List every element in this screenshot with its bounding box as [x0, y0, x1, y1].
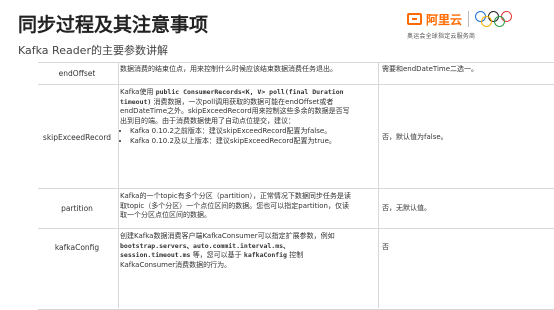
- list-item: Kafka 0.10.2及以上版本：建议skipExceedRecord配置为t…: [130, 137, 354, 147]
- param-description: Kafka的一个topic有多个分区（partition），正常情况下数据同步任…: [120, 192, 351, 220]
- brand-divider: [468, 11, 470, 27]
- param-default: 否: [382, 243, 389, 251]
- alibaba-cloud-logo-icon: [407, 13, 422, 25]
- param-description: Kafka使用 public ConsumerRecords<K, V> pol…: [120, 88, 354, 147]
- brand-logo: 阿里云 奥运会全球指定云服务商: [407, 9, 544, 45]
- table-row: endOffset 数据消费的结束位点，用来控制什么时候应该结束数据消费任务退出…: [38, 62, 554, 85]
- brand-name: 阿里云: [426, 12, 463, 27]
- desc-text: Kafka使用: [120, 88, 154, 96]
- recommendation-list: Kafka 0.10.2之前版本：建议skipExceedRecord配置为fa…: [120, 127, 354, 146]
- table-row: skipExceedRecord Kafka使用 public Consumer…: [38, 84, 554, 189]
- param-name: partition: [61, 204, 93, 213]
- param-description: 创建Kafka数据消费客户端KafkaConsumer可以指定扩展参数，例如 b…: [120, 232, 354, 270]
- code-snippet: kafkaConfig: [243, 251, 287, 260]
- param-default: 需要和endDateTime二选一。: [382, 65, 479, 73]
- list-item: Kafka 0.10.2之前版本：建议skipExceedRecord配置为fa…: [130, 127, 354, 137]
- table-row: partition Kafka的一个topic有多个分区（partition），…: [38, 188, 554, 229]
- page-title: 同步过程及其注意事项: [18, 14, 209, 36]
- desc-text: 等，您可以基于: [192, 251, 242, 260]
- param-name: endOffset: [58, 69, 96, 78]
- olympic-rings-icon: [475, 10, 515, 28]
- page-subtitle: Kafka Reader的主要参数讲解: [18, 44, 168, 57]
- table-row: kafkaConfig 创建Kafka数据消费客户端KafkaConsumer可…: [38, 228, 554, 310]
- param-name: kafkaConfig: [54, 243, 100, 252]
- desc-text: 创建Kafka数据消费客户端KafkaConsumer可以指定扩展参数，例如: [120, 232, 335, 240]
- param-name: skipExceedRecord: [42, 133, 112, 142]
- desc-text: 消费数据，一次poll调用获取的数据可能在endOffset或者endDateT…: [120, 97, 350, 125]
- param-description: 数据消费的结束位点，用来控制什么时候应该结束数据消费任务退出。: [120, 65, 337, 73]
- param-default: 否，无默认值。: [382, 204, 431, 212]
- brand-tagline: 奥运会全球指定云服务商: [407, 33, 476, 40]
- param-default: 否，默认值为false。: [382, 133, 448, 141]
